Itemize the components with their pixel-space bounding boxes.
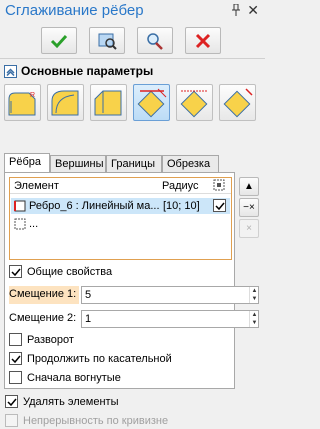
table-row[interactable]: Ребро_6 : Линейный ма... [10; 10] (11, 198, 230, 214)
window-title: Сглаживание рёбер (5, 2, 144, 19)
mode-chamfer-button[interactable] (90, 84, 127, 121)
column-element: Элемент (14, 180, 59, 192)
column-settings-icon[interactable] (213, 179, 225, 194)
mode-radius-button[interactable]: R (4, 84, 41, 121)
general-properties-label: Общие свойства (27, 265, 113, 278)
conic-fillet-icon (180, 90, 208, 118)
spinner-down-icon[interactable]: ▼ (250, 295, 259, 303)
concave-first-label: Сначала вогнутые (27, 371, 121, 384)
column-radius: Радиус (162, 180, 199, 192)
row-radius: [10; 10] (163, 200, 200, 212)
toolbar (0, 27, 265, 55)
tangent-row[interactable]: Продолжить по касательной (9, 352, 172, 365)
tab-vertices[interactable]: Вершины (50, 155, 106, 173)
concave-first-checkbox[interactable] (9, 371, 22, 384)
preview-icon (98, 33, 117, 50)
spinner-up-icon[interactable]: ▲ (250, 287, 259, 295)
row-element: Ребро_6 : Линейный ма... (29, 200, 160, 212)
tab-trim[interactable]: Обрезка (162, 155, 219, 173)
edge-icon (13, 199, 27, 216)
move-up-button[interactable]: ▲ (239, 177, 259, 196)
general-properties-row[interactable]: Общие свойства (9, 265, 112, 278)
delete-elements-checkbox[interactable] (5, 395, 18, 408)
offset2-field: Смещение 2: 1 ▲ ▼ (9, 310, 259, 328)
concave-first-row[interactable]: Сначала вогнутые (9, 371, 121, 384)
reverse-checkbox[interactable] (9, 333, 22, 346)
curvature-continuity-row: Непрерывность по кривизне (5, 414, 168, 427)
delete-elements-label: Удалять элементы (23, 395, 119, 408)
mode-conic-button[interactable] (176, 84, 213, 121)
fillet-icon: R (8, 92, 36, 116)
ok-button[interactable] (41, 27, 77, 54)
divider (0, 58, 265, 59)
curvature-continuity-label: Непрерывность по кривизне (23, 414, 169, 427)
spinner-up-icon[interactable]: ▲ (250, 311, 259, 319)
zoom-icon (147, 32, 163, 50)
general-properties-checkbox[interactable] (9, 265, 22, 278)
delete-button[interactable]: × (239, 219, 259, 238)
offset1-field: Смещение 1: 5 ▲ ▼ (9, 286, 259, 304)
section-main-params[interactable]: Основные параметры (0, 61, 265, 81)
setback-fillet-icon (223, 88, 253, 118)
delete-elements-row[interactable]: Удалять элементы (5, 395, 118, 408)
table-row[interactable]: ... (11, 216, 230, 232)
tangent-label: Продолжить по касательной (27, 352, 172, 365)
offset1-spinner[interactable]: ▲ ▼ (249, 287, 259, 303)
spinner-down-icon[interactable]: ▼ (250, 319, 259, 327)
collapse-icon[interactable] (4, 64, 17, 78)
zoom-button[interactable] (137, 27, 173, 54)
remove-button[interactable]: −× (239, 198, 259, 217)
svg-text:R: R (30, 92, 35, 99)
pin-icon[interactable] (231, 4, 241, 16)
offset1-input[interactable]: 5 (81, 286, 259, 304)
reverse-row[interactable]: Разворот (9, 333, 74, 346)
close-icon[interactable]: ✕ (247, 2, 259, 19)
title-bar: Сглаживание рёбер ✕ (0, 0, 265, 22)
offset1-label: Смещение 1: (9, 286, 79, 304)
mode-chord-button[interactable] (133, 84, 170, 121)
offset2-label: Смещение 2: (9, 312, 77, 324)
row-element: ... (29, 218, 39, 230)
table-header: Элемент Радиус (10, 178, 231, 194)
cancel-button[interactable] (185, 27, 221, 54)
tab-edges[interactable]: Рёбра (4, 153, 50, 174)
check-icon (50, 34, 68, 48)
preview-button[interactable] (89, 27, 125, 54)
row-checkbox[interactable] (213, 199, 226, 212)
tab-boundaries[interactable]: Границы (106, 155, 162, 173)
mode-setback-button[interactable] (219, 84, 256, 121)
chamfer-icon (94, 90, 122, 116)
reverse-label: Разворот (27, 333, 74, 346)
variable-fillet-icon (51, 90, 79, 116)
empty-edge-icon (13, 217, 27, 234)
tangent-checkbox[interactable] (9, 352, 22, 365)
edges-table[interactable]: Элемент Радиус Ребро_6 : Линейный ма... … (9, 177, 232, 260)
x-icon (195, 33, 211, 48)
mode-variable-button[interactable] (47, 84, 84, 121)
curvature-continuity-checkbox (5, 414, 18, 427)
offset2-spinner[interactable]: ▲ ▼ (249, 311, 259, 327)
chord-fillet-icon (137, 88, 167, 118)
section-label: Основные параметры (21, 64, 154, 78)
offset2-input[interactable]: 1 (81, 310, 259, 328)
